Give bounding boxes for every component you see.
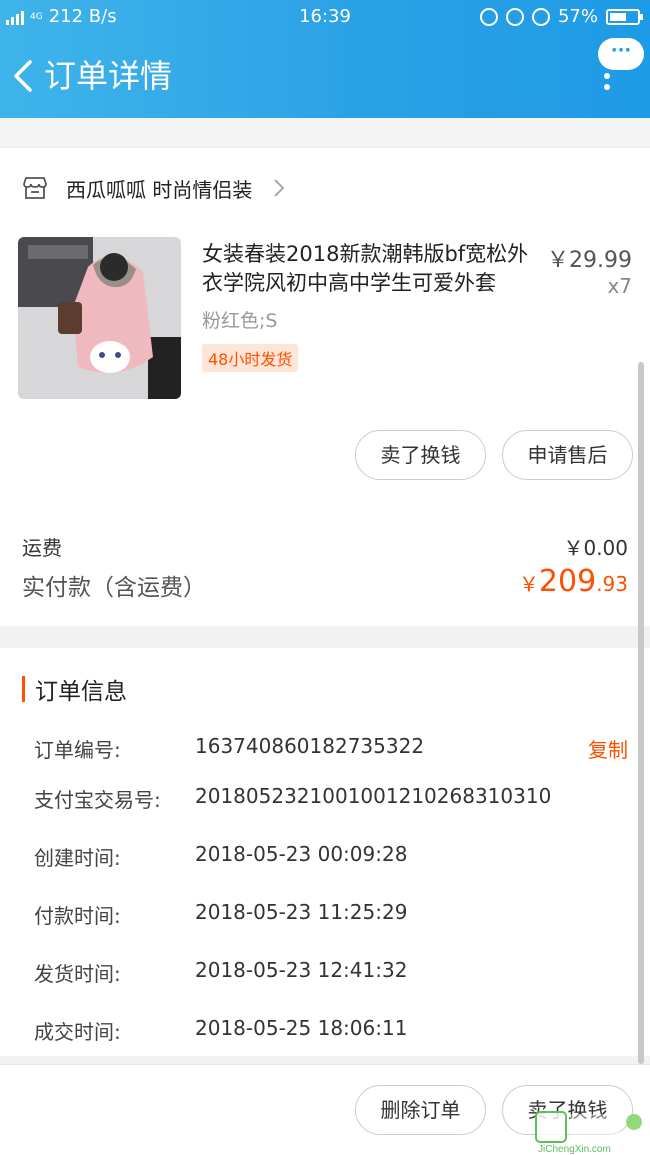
product-image <box>18 237 181 399</box>
back-arrow-icon[interactable] <box>10 56 40 96</box>
watermark-logo: JiChengXin.com <box>535 1111 642 1155</box>
info-label: 创建时间: <box>34 846 121 870</box>
info-label: 发货时间: <box>34 962 121 986</box>
shipping-fee-row: 运费 ￥0.00 <box>22 532 628 561</box>
paid-integer: 209 <box>538 564 597 599</box>
sell-for-cash-button[interactable]: 卖了换钱 <box>355 430 486 480</box>
scrollbar[interactable] <box>638 362 644 1064</box>
lock-rotation-icon <box>505 7 524 26</box>
product-sku: 粉红色;S <box>202 310 278 332</box>
section-accent-bar <box>22 676 25 702</box>
vibrate-icon <box>479 7 498 26</box>
order-item-card: 西瓜呱呱 时尚情侣装 女装春装2018新款潮韩版bf宽松外衣学院风初中高中学生可… <box>0 148 650 626</box>
product-thumbnail[interactable] <box>18 237 181 399</box>
order-info-section: 订单信息 订单编号: 163740860182735322 复制 支付宝交易号:… <box>0 648 650 1056</box>
info-label: 支付宝交易号: <box>34 788 161 812</box>
completed-time: 2018-05-25 18:06:11 <box>195 1016 408 1040</box>
paid-amount-row: 实付款（含运费） ￥209.93 <box>22 564 628 602</box>
copy-order-number-button[interactable]: 复制 <box>588 734 628 763</box>
info-label: 订单编号: <box>34 738 121 762</box>
order-info-header: 订单信息 <box>22 672 127 706</box>
product-title[interactable]: 女装春装2018新款潮韩版bf宽松外衣学院风初中高中学生可爱外套 <box>202 240 542 298</box>
paid-amount-value: ￥209.93 <box>519 564 628 599</box>
app-header: 4G 212 B/s 16:39 57% 订单详情 ··· <box>0 0 650 118</box>
alarm-icon <box>531 7 550 26</box>
product-price: ￥29.99 <box>547 248 632 273</box>
page-title: 订单详情 <box>44 57 173 95</box>
status-right: 57% <box>479 6 643 27</box>
info-label: 付款时间: <box>34 904 121 928</box>
nav-bar: 订单详情 <box>0 44 650 108</box>
delete-order-button[interactable]: 删除订单 <box>355 1085 486 1135</box>
shipping-fee-value: ￥0.00 <box>563 536 628 560</box>
order-number: 163740860182735322 <box>195 734 425 758</box>
paid-currency: ￥ <box>518 572 539 596</box>
info-label: 成交时间: <box>34 1020 121 1044</box>
shipping-fee-label: 运费 <box>22 536 62 560</box>
shop-name: 西瓜呱呱 时尚情侣装 <box>66 177 253 202</box>
order-info-title: 订单信息 <box>35 679 127 705</box>
created-time: 2018-05-23 00:09:28 <box>195 842 408 866</box>
kebab-menu-icon[interactable] <box>602 62 612 94</box>
store-icon <box>23 177 47 199</box>
paid-amount-label: 实付款（含运费） <box>22 575 206 601</box>
top-spacer <box>0 118 650 148</box>
status-bar: 4G 212 B/s 16:39 57% <box>0 0 650 34</box>
battery-icon <box>606 8 643 25</box>
payment-time: 2018-05-23 11:25:29 <box>195 900 408 924</box>
shop-link[interactable]: 西瓜呱呱 时尚情侣装 <box>22 172 286 204</box>
after-sale-button[interactable]: 申请售后 <box>502 430 633 480</box>
chevron-right-icon <box>274 179 285 197</box>
shipped-time: 2018-05-23 12:41:32 <box>195 958 408 982</box>
watermark-text: JiChengXin.com <box>538 1144 611 1155</box>
product-quantity: x7 <box>607 274 632 298</box>
shipping-badge: 48小时发货 <box>202 344 299 372</box>
alipay-trade-number: 2018052321001001210268310310 <box>195 784 552 808</box>
battery-percent: 57% <box>557 6 598 27</box>
paid-decimal: .93 <box>596 572 628 596</box>
